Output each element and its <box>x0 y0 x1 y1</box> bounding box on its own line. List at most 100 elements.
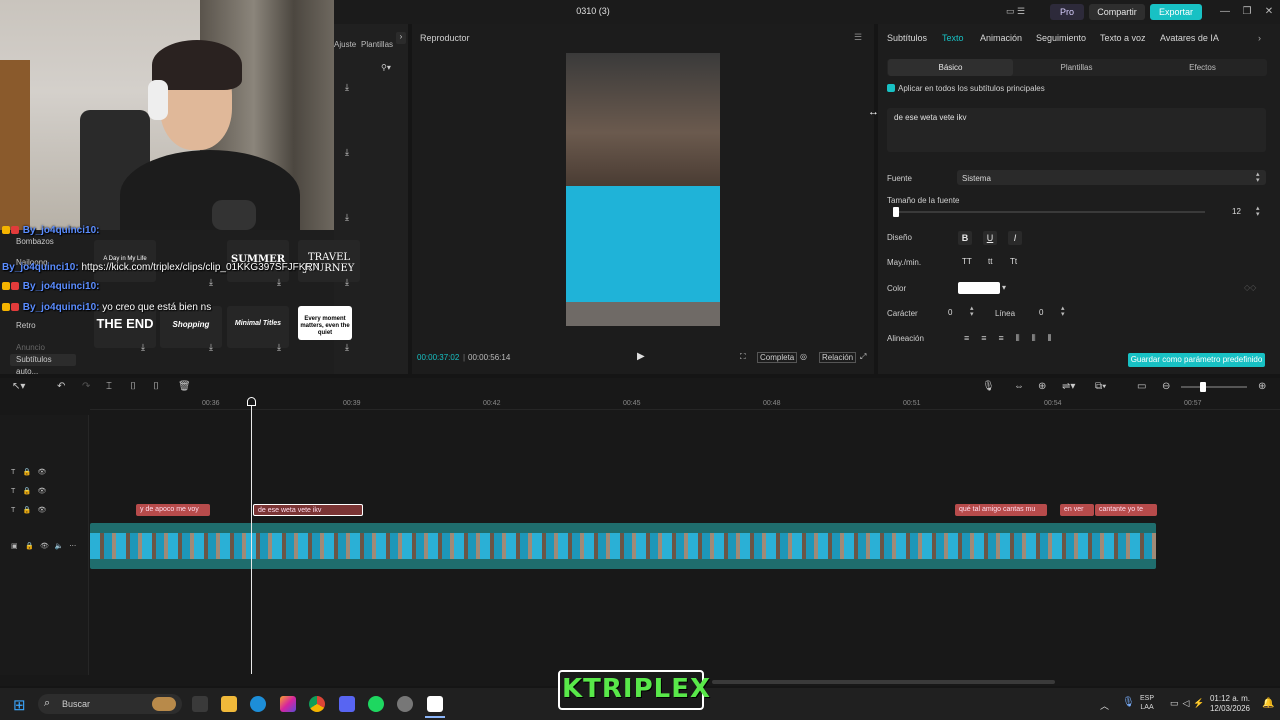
alignment-icons[interactable]: ≡≡≡⦀⦀⦀ <box>964 333 1064 344</box>
template-thumb[interactable]: SUMMER <box>227 240 289 282</box>
zoom-out-icon[interactable]: ⊖ <box>1162 381 1170 392</box>
trim-left-icon[interactable]: ⌷ <box>130 381 136 392</box>
side-item-subtitles[interactable]: Subtítulos auto... <box>10 354 76 376</box>
download-icon[interactable]: ⤓ <box>138 342 148 352</box>
apply-all-checkbox[interactable] <box>887 84 895 92</box>
subtitle-clip[interactable]: y de apoco me voy <box>136 504 210 516</box>
tab-subtitulos[interactable]: Subtítulos <box>887 33 927 43</box>
text-track-controls[interactable]: T 🔒 👁 <box>11 468 46 476</box>
ratio-button[interactable]: Relación <box>819 352 857 363</box>
stepper-icon[interactable]: ▴ ▾ <box>1061 305 1065 318</box>
download-icon[interactable]: ⤓ <box>206 342 216 352</box>
close-button[interactable]: ✕ <box>1262 5 1276 19</box>
template-thumb[interactable]: Every moment matters, even the quiet <box>298 306 352 340</box>
clock[interactable]: 01:12 a. m. 12/03/2026 <box>1206 694 1254 714</box>
chevron-right-icon[interactable]: › <box>396 32 406 44</box>
zoom-in-icon[interactable]: ⊕ <box>1258 381 1266 392</box>
timeline-scrollbar[interactable] <box>712 680 1055 684</box>
text-track-controls[interactable]: T 🔒 👁 <box>11 487 46 495</box>
download-icon[interactable]: ⤓ <box>274 277 284 287</box>
font-size-value[interactable]: 12 <box>1232 207 1241 216</box>
caption-icon[interactable]: ▭ <box>1137 381 1146 392</box>
tab-animacion[interactable]: Animación <box>980 33 1022 43</box>
char-spacing-value[interactable]: 0 <box>948 308 952 317</box>
italic-button[interactable]: I <box>1008 231 1022 245</box>
app-icon[interactable] <box>397 696 413 712</box>
layout-icon[interactable]: ▭ ☰ <box>1006 6 1025 17</box>
play-button[interactable]: ▶ <box>637 351 649 363</box>
maximize-button[interactable]: ❐ <box>1240 5 1254 19</box>
preview-axis-icon[interactable]: ⧉▾ <box>1095 381 1106 392</box>
stepper-icon[interactable]: ▴ ▾ <box>1256 205 1260 218</box>
full-quality-button[interactable]: Completa <box>757 352 798 363</box>
trim-right-icon[interactable]: ⌷ <box>153 381 159 392</box>
undo-icon[interactable]: ↶ <box>57 381 65 392</box>
network-volume-icons[interactable]: ▭◁⚡ <box>1170 698 1209 709</box>
lowercase-button[interactable]: tt <box>988 257 992 266</box>
subtitle-clip[interactable]: qué tal amigo cantas mu <box>955 504 1047 516</box>
download-icon[interactable]: ⤓ <box>342 82 352 92</box>
download-icon[interactable]: ⤓ <box>342 277 352 287</box>
redo-icon[interactable]: ↷ <box>82 381 90 392</box>
chevron-down-icon[interactable]: ▾ <box>1002 283 1006 292</box>
filter-icon[interactable]: ⚲▾ <box>381 63 391 72</box>
uppercase-button[interactable]: TT <box>962 257 972 266</box>
font-select[interactable] <box>957 170 1266 185</box>
store-icon[interactable] <box>192 696 208 712</box>
stepper-icon[interactable]: ▴ ▾ <box>1256 171 1260 184</box>
chevron-right-icon[interactable]: › <box>1258 33 1261 43</box>
stepper-icon[interactable]: ▴ ▾ <box>970 305 974 318</box>
menu-icon[interactable]: ☰ <box>854 32 862 43</box>
discord-icon[interactable] <box>339 696 355 712</box>
chrome-icon[interactable] <box>309 696 325 712</box>
keyframe-icon[interactable]: ◇◇ <box>1244 283 1256 292</box>
instagram-icon[interactable] <box>280 696 296 712</box>
tab-avatares[interactable]: Avatares de IA <box>1160 33 1219 43</box>
tab-plantillas[interactable]: Plantillas <box>361 40 393 49</box>
download-icon[interactable]: ⤓ <box>274 342 284 352</box>
select-tool-icon[interactable]: ↖▾ <box>12 381 25 392</box>
video-track-controls[interactable]: ▣ 🔒 👁 🔈 ⋯ <box>11 542 76 550</box>
pro-button[interactable]: Pro <box>1050 4 1084 20</box>
side-item-anuncio[interactable]: Anuncio <box>16 343 45 352</box>
text-track-controls[interactable]: T 🔒 👁 <box>11 506 46 514</box>
tab-texto[interactable]: Texto <box>942 33 964 43</box>
zoom-slider[interactable] <box>1181 386 1247 388</box>
edge-icon[interactable] <box>250 696 266 712</box>
template-thumb[interactable]: TRAVEL JOURNEY <box>298 240 360 282</box>
language-indicator[interactable]: ESP LAA <box>1140 694 1154 712</box>
chevron-up-icon[interactable]: ︿ <box>1100 699 1109 712</box>
subtab-plantillas[interactable]: Plantillas <box>1014 59 1139 76</box>
minimize-button[interactable]: — <box>1218 5 1232 19</box>
notification-icon[interactable]: 🔔 <box>1262 698 1274 709</box>
microphone-icon[interactable]: 🎙 <box>982 381 995 392</box>
windows-start-icon[interactable]: ⊞ <box>13 696 26 714</box>
file-explorer-icon[interactable] <box>221 696 237 712</box>
tab-ajuste[interactable]: Ajuste <box>334 40 356 49</box>
spotify-icon[interactable] <box>368 696 384 712</box>
download-icon[interactable]: ⤓ <box>206 277 216 287</box>
download-icon[interactable]: ⤓ <box>342 342 352 352</box>
zoom-slider-handle[interactable] <box>1200 382 1206 392</box>
download-icon[interactable]: ⤓ <box>342 147 352 157</box>
template-thumb[interactable]: A Day in My Life <box>94 240 156 282</box>
playhead[interactable] <box>251 398 252 674</box>
save-default-button[interactable]: Guardar como parámetro predefinido <box>1128 353 1265 367</box>
subtab-efectos[interactable]: Efectos <box>1140 59 1265 76</box>
capcut-icon[interactable] <box>427 696 443 712</box>
split-icon[interactable]: ⌶ <box>106 381 112 392</box>
microphone-icon[interactable]: 🎙 <box>1122 697 1135 708</box>
titlecase-button[interactable]: Tt <box>1010 257 1017 266</box>
bold-button[interactable]: B <box>958 231 972 245</box>
time-ruler[interactable] <box>90 396 1280 410</box>
color-swatch[interactable] <box>958 282 1000 294</box>
crop-icon[interactable]: ⛶ <box>740 352 746 362</box>
side-item-bombazos[interactable]: Bombazos <box>16 237 54 246</box>
export-button[interactable]: Exportar <box>1150 4 1202 20</box>
link-clips-icon[interactable]: ⇌▾ <box>1062 381 1075 392</box>
fullscreen-icon[interactable]: ⤢ <box>860 352 866 362</box>
download-icon[interactable]: ⤓ <box>342 212 352 222</box>
tab-seguimiento[interactable]: Seguimiento <box>1036 33 1086 43</box>
subtab-basico[interactable]: Básico <box>888 59 1013 76</box>
tab-texto-a-voz[interactable]: Texto a voz <box>1100 33 1146 43</box>
